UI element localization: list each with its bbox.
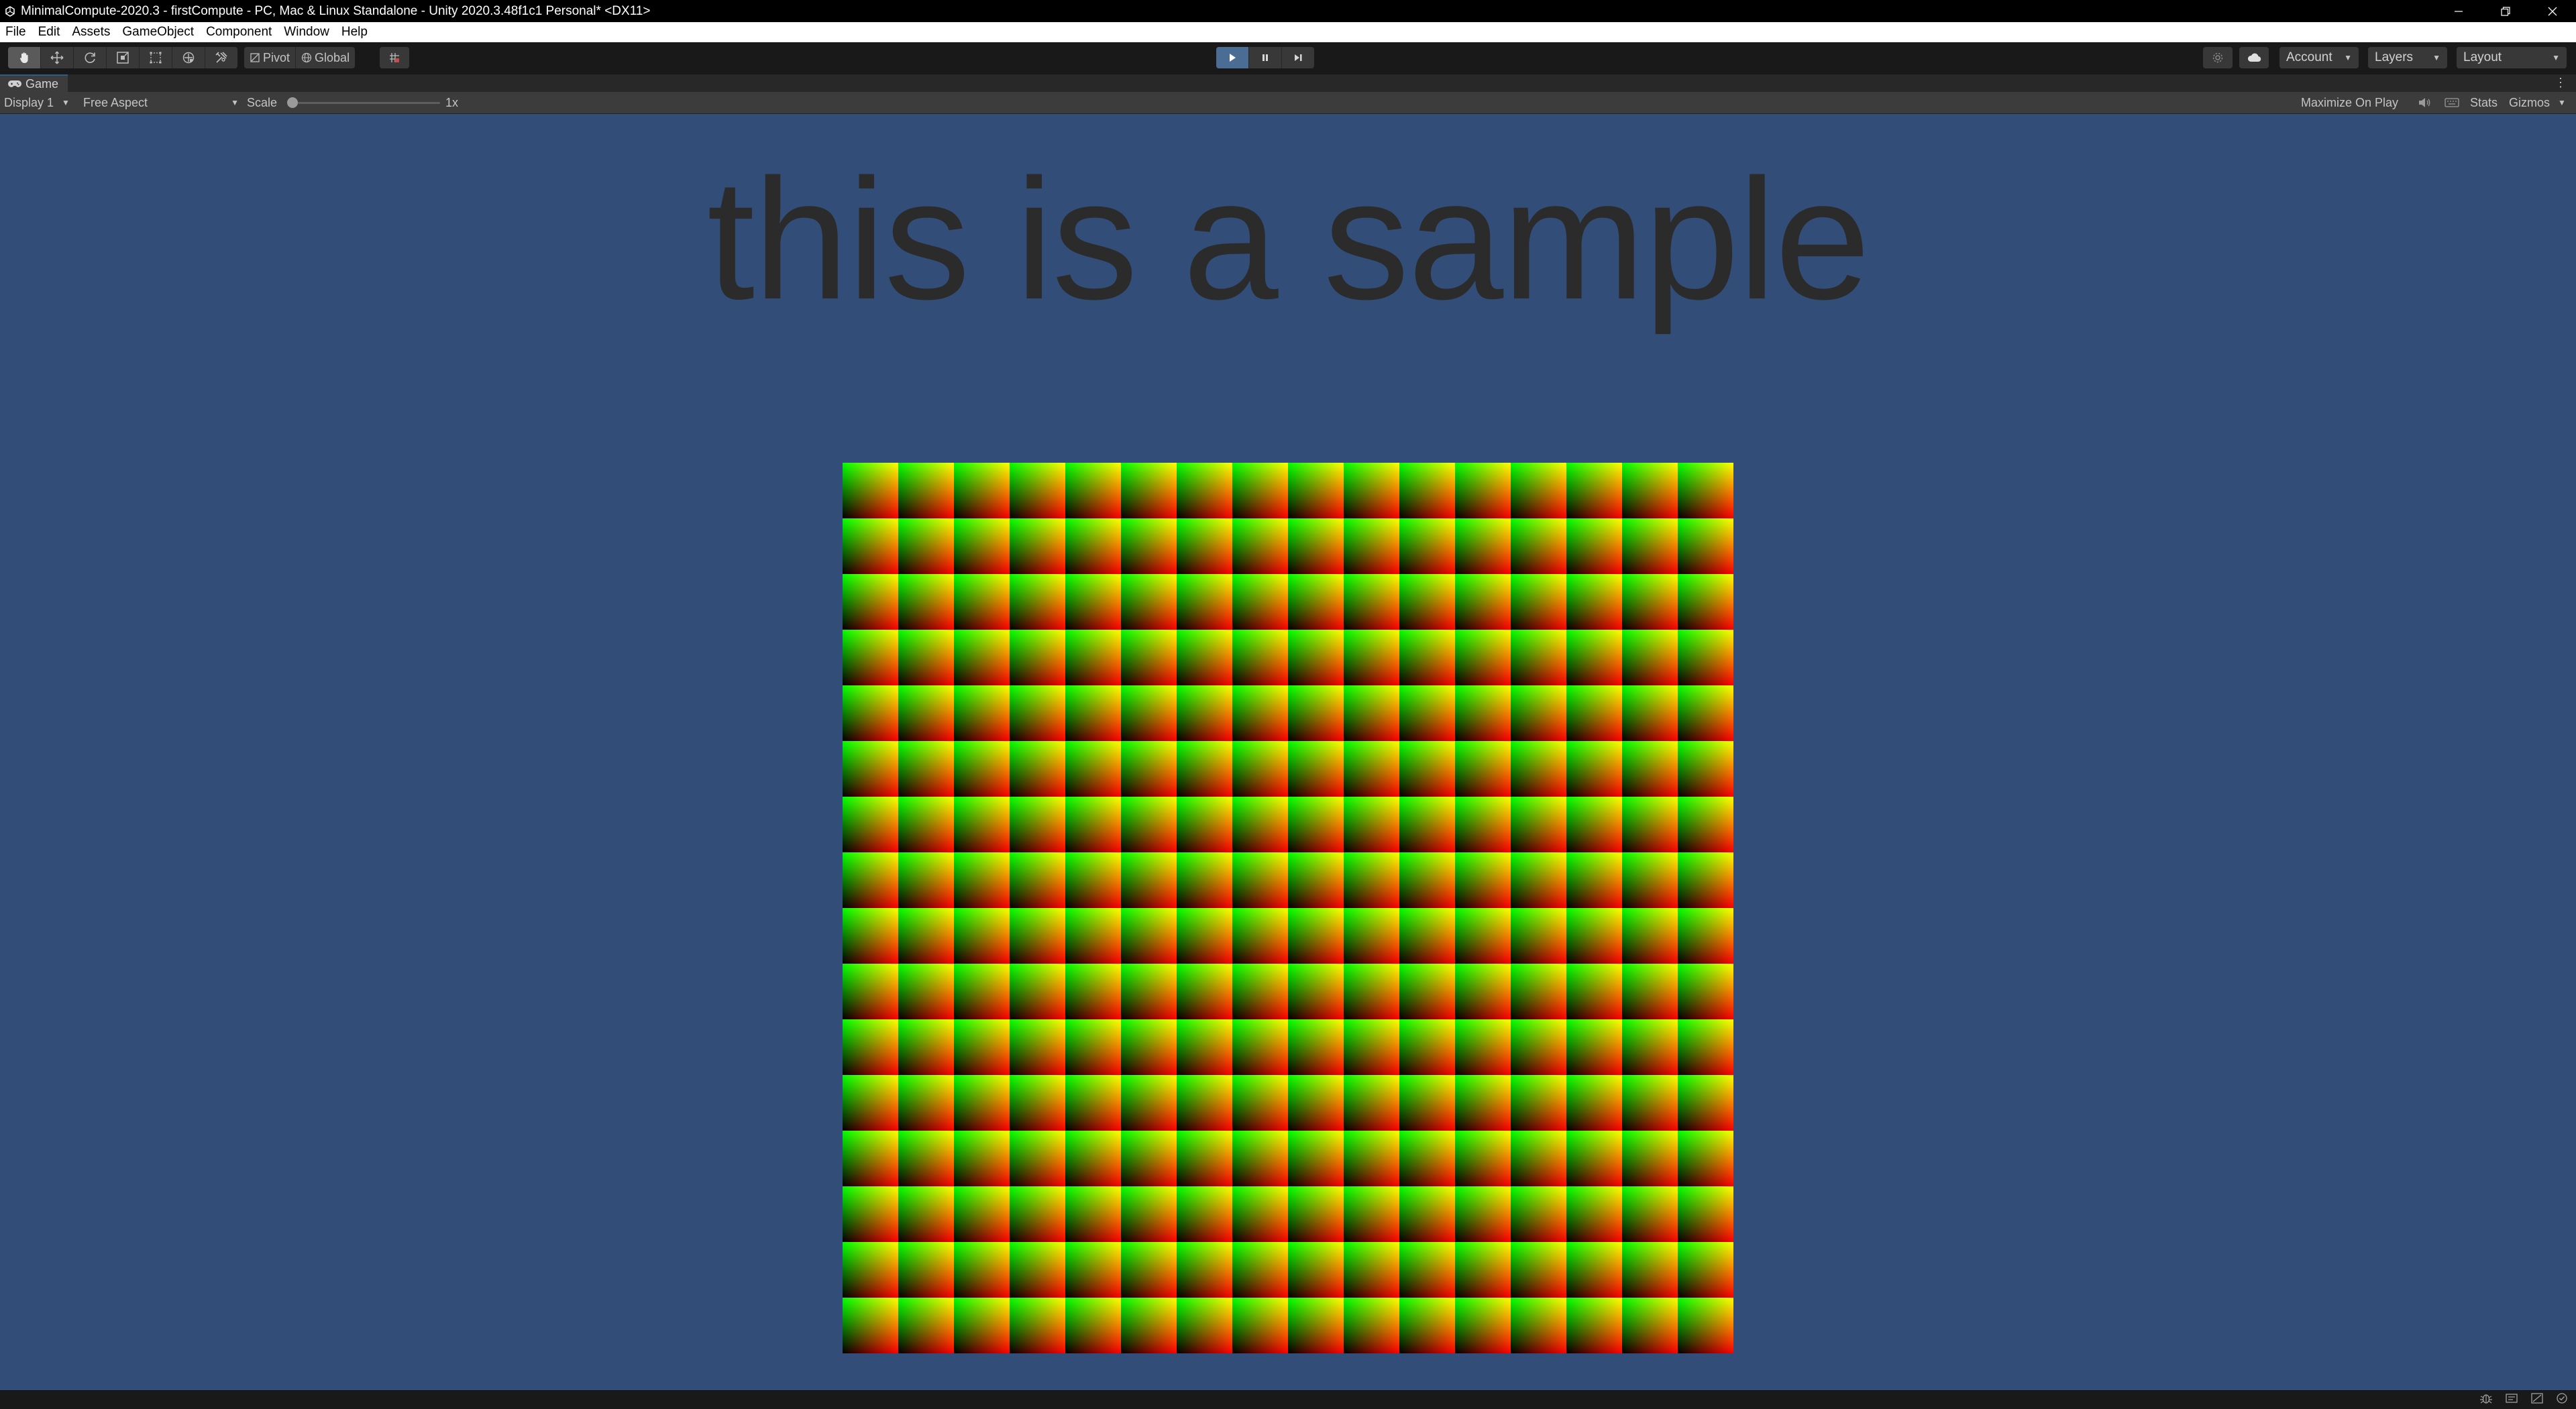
step-icon bbox=[1295, 54, 1302, 61]
transform-tools bbox=[8, 47, 237, 68]
gamepad-icon bbox=[8, 80, 21, 87]
game-view-controls: Display 1 ▼ Free Aspect ▼ Scale 1x Maxim… bbox=[0, 92, 2576, 114]
transform-tool-button[interactable] bbox=[172, 47, 205, 68]
keyboard-shortcuts-button[interactable] bbox=[2445, 92, 2459, 113]
layout-label: Layout bbox=[2463, 50, 2502, 64]
window-title-bar: MinimalCompute-2020.3 - firstCompute - P… bbox=[0, 0, 2576, 22]
chevron-down-icon: ▼ bbox=[2558, 98, 2566, 107]
minimize-button[interactable] bbox=[2435, 0, 2482, 22]
chevron-down-icon: ▼ bbox=[2344, 53, 2352, 62]
globe-icon bbox=[301, 52, 312, 63]
chevron-down-icon: ▼ bbox=[2552, 53, 2560, 62]
graphics-icon[interactable] bbox=[2530, 1392, 2544, 1404]
pivot-label: Pivot bbox=[263, 50, 290, 64]
grid-snap-button[interactable] bbox=[380, 47, 409, 68]
menu-assets[interactable]: Assets bbox=[66, 22, 116, 42]
debug-icon[interactable] bbox=[2479, 1392, 2493, 1404]
chevron-down-icon: ▼ bbox=[62, 98, 70, 107]
rect-tool-icon bbox=[150, 52, 162, 64]
tab-game[interactable]: Game bbox=[0, 74, 68, 92]
scale-tool-icon bbox=[117, 52, 129, 64]
collab-button[interactable] bbox=[2239, 47, 2269, 68]
speaker-icon bbox=[2419, 98, 2430, 107]
menu-file[interactable]: File bbox=[0, 22, 32, 42]
play-controls bbox=[1216, 47, 1314, 68]
window-title: MinimalCompute-2020.3 - firstCompute - P… bbox=[21, 3, 651, 18]
menu-gameobject[interactable]: GameObject bbox=[116, 22, 200, 42]
compute-texture-quad bbox=[843, 463, 1733, 1353]
menu-window[interactable]: Window bbox=[278, 22, 335, 42]
progress-icon[interactable] bbox=[2505, 1392, 2518, 1404]
transform-tool-icon bbox=[182, 52, 195, 64]
game-tab-bar: Game ⋮ bbox=[0, 74, 2576, 93]
status-bar bbox=[0, 1390, 2576, 1409]
rotate-tool-icon bbox=[85, 52, 95, 63]
close-button[interactable] bbox=[2529, 0, 2576, 22]
account-dropdown[interactable]: Account ▼ bbox=[2279, 47, 2359, 68]
mute-audio-button[interactable] bbox=[2418, 92, 2431, 113]
services-button[interactable] bbox=[2203, 47, 2233, 68]
display-dropdown[interactable]: Display 1 ▼ bbox=[4, 92, 70, 113]
scale-value: 1x bbox=[445, 95, 459, 109]
aspect-dropdown[interactable]: Free Aspect ▼ bbox=[83, 92, 239, 113]
hand-tool-icon bbox=[19, 52, 28, 63]
gizmos-dropdown[interactable]: Gizmos ▼ bbox=[2509, 92, 2566, 113]
custom-tool-button[interactable] bbox=[205, 47, 237, 68]
tab-game-label: Game bbox=[25, 76, 59, 91]
aspect-label: Free Aspect bbox=[83, 95, 148, 109]
pause-button[interactable] bbox=[1249, 47, 1282, 68]
unity-logo-icon bbox=[5, 5, 15, 17]
scale-slider-handle[interactable] bbox=[287, 97, 298, 108]
chevron-down-icon: ▼ bbox=[2432, 53, 2440, 62]
grid-snap-icon bbox=[390, 53, 399, 62]
layers-dropdown[interactable]: Layers ▼ bbox=[2368, 47, 2447, 68]
layout-dropdown[interactable]: Layout ▼ bbox=[2457, 47, 2567, 68]
move-tool-button[interactable] bbox=[41, 47, 74, 68]
check-circle-icon[interactable] bbox=[2556, 1392, 2568, 1404]
services-group bbox=[2203, 47, 2233, 68]
global-toggle[interactable]: Global bbox=[296, 47, 355, 68]
gizmos-label: Gizmos bbox=[2509, 95, 2551, 109]
pause-icon bbox=[1263, 54, 1268, 61]
keyboard-icon bbox=[2445, 98, 2459, 107]
custom-tool-icon bbox=[215, 52, 227, 63]
account-label: Account bbox=[2286, 50, 2332, 64]
display-label: Display 1 bbox=[4, 95, 54, 109]
play-icon bbox=[1230, 54, 1236, 62]
chevron-down-icon: ▼ bbox=[231, 98, 239, 107]
play-button[interactable] bbox=[1216, 47, 1249, 68]
game-viewport[interactable]: this is a sample bbox=[0, 114, 2576, 1390]
hand-tool-button[interactable] bbox=[8, 47, 41, 68]
pivot-icon bbox=[250, 53, 260, 62]
grid-snap-group bbox=[380, 47, 409, 68]
menu-help[interactable]: Help bbox=[335, 22, 374, 42]
minimize-icon bbox=[2455, 10, 2463, 12]
main-toolbar: Pivot Global Account ▼ Layers ▼ Layout ▼ bbox=[0, 42, 2576, 76]
move-tool-icon bbox=[50, 51, 64, 64]
global-label: Global bbox=[315, 50, 350, 64]
close-icon bbox=[2548, 7, 2557, 15]
layers-label: Layers bbox=[2375, 50, 2414, 64]
stats-toggle[interactable]: Stats bbox=[2470, 92, 2498, 113]
restore-icon bbox=[2501, 6, 2510, 16]
cloud-icon bbox=[2247, 53, 2261, 62]
menu-component[interactable]: Component bbox=[200, 22, 278, 42]
rect-tool-button[interactable] bbox=[140, 47, 172, 68]
kebab-menu-icon[interactable]: ⋮ bbox=[2555, 76, 2567, 90]
handle-toggles: Pivot Global bbox=[244, 47, 356, 68]
scale-slider-track[interactable] bbox=[291, 102, 440, 104]
rotate-tool-button[interactable] bbox=[74, 47, 107, 68]
cloud-group bbox=[2239, 47, 2269, 68]
scale-label: Scale bbox=[247, 95, 278, 109]
menu-edit[interactable]: Edit bbox=[32, 22, 66, 42]
step-button[interactable] bbox=[1282, 47, 1314, 68]
pivot-toggle[interactable]: Pivot bbox=[244, 47, 297, 68]
maximize-on-play-toggle[interactable]: Maximize On Play bbox=[2301, 92, 2398, 113]
sample-text: this is a sample bbox=[706, 144, 1870, 335]
menu-bar: File Edit Assets GameObject Component Wi… bbox=[0, 22, 2576, 42]
restore-button[interactable] bbox=[2482, 0, 2529, 22]
scale-tool-button[interactable] bbox=[107, 47, 140, 68]
gear-icon bbox=[2212, 52, 2223, 63]
